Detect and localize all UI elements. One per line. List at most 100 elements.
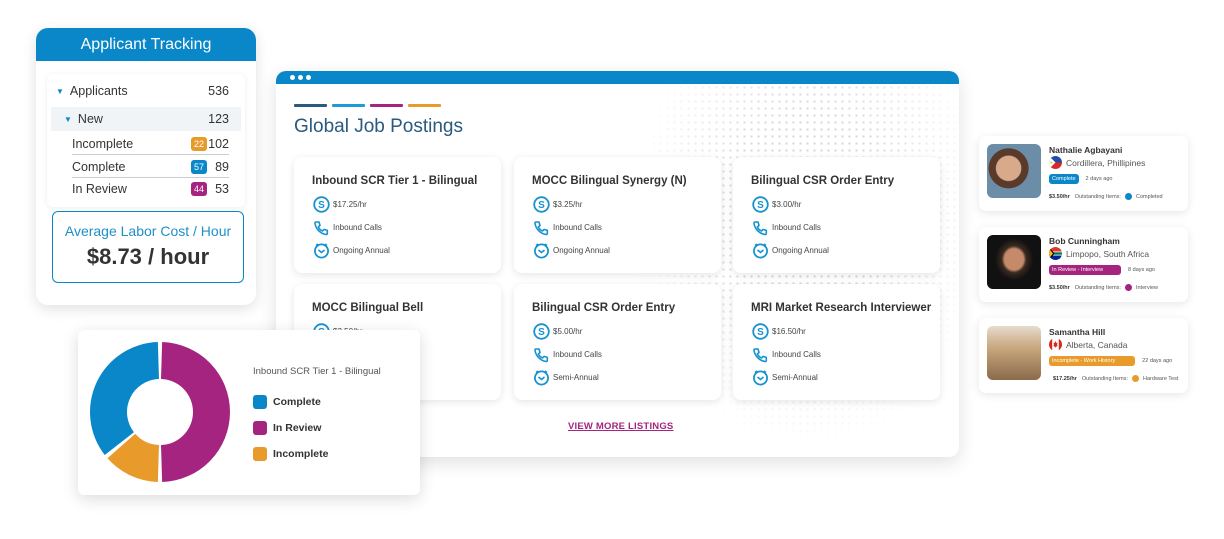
dollar-icon: S — [751, 323, 769, 341]
dot-icon — [298, 75, 303, 80]
view-more-listings-link[interactable]: VIEW MORE LISTINGS — [568, 421, 673, 432]
svg-text:S: S — [757, 327, 764, 338]
job-type: Inbound Calls — [772, 223, 821, 232]
job-rate-row: S $17.25/hr — [312, 193, 501, 216]
donut-chart-card: Inbound SCR Tier 1 - Bilingual Complete … — [78, 330, 420, 495]
job-type: Inbound Calls — [553, 223, 602, 232]
donut-chart — [90, 342, 231, 482]
candidate-location: Cordillera, Phillipines — [1049, 156, 1145, 169]
status-badge: 57 — [191, 159, 207, 174]
job-schedule-row: Semi-Annual — [751, 366, 940, 389]
job-title: Inbound SCR Tier 1 - Bilingual — [312, 175, 478, 187]
job-rate: $16.50/hr — [772, 327, 806, 336]
job-schedule: Semi-Annual — [772, 373, 818, 382]
legend-item-incomplete[interactable]: Incomplete — [253, 441, 381, 467]
legend-label: Complete — [273, 396, 321, 408]
job-card[interactable]: Inbound SCR Tier 1 - Bilingual S $17.25/… — [294, 157, 501, 273]
job-type-row: Inbound Calls — [532, 216, 721, 239]
applicant-tree: ▼ Applicants 536 ▼ New 123 Incomplete 22… — [47, 74, 245, 207]
dollar-icon: S — [532, 196, 550, 214]
chart-legend: Inbound SCR Tier 1 - Bilingual Complete … — [253, 366, 381, 467]
job-rate-row: S $16.50/hr — [751, 320, 940, 343]
outstanding-label: Outstanding Items: — [1074, 284, 1121, 291]
job-card[interactable]: MRI Market Research Interviewer S $16.50… — [733, 284, 940, 400]
phone-icon — [751, 346, 769, 364]
job-title: Bilingual CSR Order Entry — [751, 175, 895, 187]
job-schedule-row: Ongoing Annual — [532, 239, 721, 262]
candidate-card[interactable]: Nathalie Agbayani Cordillera, Phillipine… — [979, 136, 1188, 211]
candidate-card[interactable]: Bob Cunningham Limpopo, South Africa In … — [979, 227, 1188, 302]
status-row-complete[interactable]: Complete 57 89 — [72, 156, 229, 178]
status-dot-icon — [1132, 375, 1140, 382]
status-label: Incomplete — [72, 136, 134, 151]
candidate-outstanding-row: $3.50/hr Outstanding Items: Completed — [1049, 193, 1163, 200]
status-badge: 22 — [191, 136, 207, 151]
job-rate-row: S $3.00/hr — [751, 193, 940, 216]
job-title: MRI Market Research Interviewer — [751, 302, 932, 314]
tree-item-label: New — [77, 112, 103, 126]
accent-line — [294, 104, 327, 107]
location-text: Alberta, Canada — [1066, 339, 1128, 350]
south-africa-flag-icon — [1049, 247, 1062, 260]
donut-slice-in-review[interactable] — [161, 342, 231, 482]
outstanding-label: Outstanding Items: — [1074, 193, 1121, 200]
phone-icon — [312, 219, 330, 237]
job-card[interactable]: Bilingual CSR Order Entry S $5.00/hr Inb… — [514, 284, 721, 400]
tree-item-new[interactable]: ▼ New 123 — [51, 107, 241, 131]
status-time: 8 days ago — [1128, 267, 1155, 273]
caret-down-icon[interactable]: ▼ — [56, 87, 64, 96]
status-dot-icon — [1124, 193, 1132, 200]
status-pill: Complete — [1049, 174, 1079, 184]
candidate-photo — [987, 326, 1041, 380]
job-type-row: Inbound Calls — [751, 216, 940, 239]
labor-cost-card: Average Labor Cost / Hour $8.73 / hour — [52, 211, 244, 283]
labor-cost-label: Average Labor Cost / Hour — [64, 223, 232, 239]
caret-down-icon[interactable]: ▼ — [64, 115, 72, 124]
tree-item-applicants[interactable]: ▼ Applicants 536 — [47, 80, 245, 102]
job-rate: $3.00/hr — [772, 200, 802, 209]
donut-slice-complete[interactable] — [90, 342, 159, 455]
legend-item-in-review[interactable]: In Review — [253, 415, 381, 441]
candidate-status-row: In Review - Interview 8 days ago — [1049, 265, 1155, 275]
legend-item-complete[interactable]: Complete — [253, 389, 381, 415]
job-schedule-row: Ongoing Annual — [751, 239, 940, 262]
panel-title: Applicant Tracking — [36, 28, 256, 61]
job-schedule: Ongoing Annual — [553, 246, 610, 255]
accent-line — [332, 104, 365, 107]
status-count: 53 — [215, 182, 229, 196]
tree-item-count: 536 — [208, 84, 229, 98]
chart-title: Inbound SCR Tier 1 - Bilingual — [253, 366, 381, 377]
job-rate-row: S $3.25/hr — [532, 193, 721, 216]
outstanding-item: Completed — [1135, 193, 1163, 200]
job-card[interactable]: MOCC Bilingual Synergy (N) S $3.25/hr In… — [514, 157, 721, 273]
candidate-location: Limpopo, South Africa — [1049, 247, 1149, 260]
status-row-incomplete[interactable]: Incomplete 22 102 — [72, 133, 229, 155]
candidate-outstanding-row: $3.50/hr Outstanding Items: Interview — [1049, 284, 1158, 291]
job-type-row: Inbound Calls — [751, 343, 940, 366]
tree-item-label: Applicants — [69, 84, 128, 98]
svg-text:S: S — [757, 200, 764, 211]
legend-label: In Review — [273, 422, 322, 434]
svg-text:S: S — [318, 200, 325, 211]
status-row-in-review[interactable]: In Review 44 53 — [72, 178, 229, 200]
window-menu-dots[interactable] — [290, 75, 311, 80]
legend-label: Incomplete — [273, 448, 329, 460]
clock-icon — [532, 369, 550, 387]
phone-icon — [532, 219, 550, 237]
job-card[interactable]: Bilingual CSR Order Entry S $3.00/hr Inb… — [733, 157, 940, 273]
status-dot-icon — [1124, 284, 1132, 291]
status-label: In Review — [72, 182, 127, 196]
job-schedule-row: Semi-Annual — [532, 366, 721, 389]
legend-swatch — [253, 447, 267, 461]
candidate-card[interactable]: Samantha Hill Alberta, Canada Incomplete… — [979, 318, 1188, 393]
phone-icon — [532, 346, 550, 364]
status-time: 22 days ago — [1142, 358, 1173, 364]
job-schedule: Ongoing Annual — [333, 246, 390, 255]
candidate-photo — [987, 144, 1041, 198]
job-title: Bilingual CSR Order Entry — [532, 302, 676, 314]
location-text: Cordillera, Phillipines — [1066, 157, 1146, 168]
svg-text:S: S — [538, 200, 545, 211]
tree-item-count: 123 — [208, 112, 229, 126]
philippines-flag-icon — [1049, 156, 1062, 169]
job-type: Inbound Calls — [333, 223, 382, 232]
